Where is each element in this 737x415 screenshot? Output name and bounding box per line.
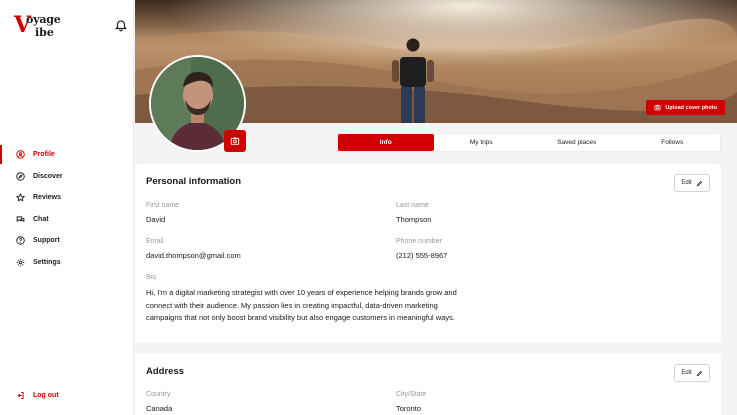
notification-bell-icon[interactable] [114, 18, 128, 32]
tab-follows[interactable]: Follows [625, 134, 721, 151]
logo-line-1: oyage [26, 13, 61, 26]
logout-button[interactable]: Log out [0, 386, 134, 404]
last-name-label: Last name [396, 202, 429, 209]
phone-value: (212) 555-8967 [396, 251, 448, 260]
sidebar-item-reviews[interactable]: Reviews [0, 187, 134, 209]
bio-label: Bio [146, 274, 157, 281]
personal-information-title: Personal information [146, 176, 242, 187]
first-name-value: David [146, 215, 166, 224]
last-name-value: Thompson [396, 215, 432, 224]
upload-cover-label: Upload cover photo [665, 104, 717, 111]
logo-line-2: ibe [35, 26, 54, 39]
tab-info[interactable]: Info [338, 134, 434, 151]
first-name-label: First name [146, 202, 180, 209]
profile-tabs: Info My trips Saved places Follows [337, 133, 721, 152]
camera-icon [654, 104, 661, 111]
bio-value: Hi, I'm a digital marketing strategist w… [146, 288, 457, 322]
pencil-icon [696, 370, 702, 376]
sidebar: V oyage ibe Profile Discover Reviews Cha… [0, 0, 134, 415]
sidebar-item-label: Settings [33, 258, 61, 266]
address-card: Address Edit Country Canada City/State T… [135, 353, 721, 415]
address-title: Address [146, 366, 185, 377]
sidebar-item-label: Reviews [33, 194, 62, 202]
sidebar-item-label: Chat [33, 215, 49, 223]
help-icon [16, 236, 25, 245]
email-label: Email [146, 238, 164, 245]
sidebar-item-discover[interactable]: Discover [0, 166, 134, 188]
upload-cover-photo-button[interactable]: Upload cover photo [646, 100, 725, 115]
sidebar-item-label: Support [33, 237, 60, 245]
edit-personal-button[interactable]: Edit [674, 174, 710, 192]
change-avatar-button[interactable] [224, 130, 246, 152]
email-value: david.thompson@gmail.com [146, 251, 241, 260]
gear-icon [16, 258, 25, 266]
edit-label: Edit [681, 180, 692, 186]
country-value: Canada [146, 404, 173, 413]
city-value: Toronto [396, 404, 422, 413]
voyage-vibe-logo[interactable]: V oyage ibe [14, 11, 74, 43]
personal-information-card: Personal information Edit First name Dav… [135, 164, 721, 343]
edit-address-button[interactable]: Edit [674, 364, 710, 382]
user-circle-icon [16, 150, 25, 159]
sidebar-item-settings[interactable]: Settings [0, 252, 134, 274]
sidebar-item-support[interactable]: Support [0, 230, 134, 252]
tab-saved-places[interactable]: Saved places [529, 134, 625, 151]
pencil-icon [696, 180, 702, 186]
sidebar-item-profile[interactable]: Profile [0, 144, 134, 166]
city-label: City/State [396, 391, 427, 398]
sidebar-nav: Profile Discover Reviews Chat Support Se… [0, 144, 134, 273]
sidebar-item-chat[interactable]: Chat [0, 209, 134, 231]
camera-icon [230, 137, 240, 145]
phone-label: Phone number [396, 238, 442, 245]
edit-label: Edit [681, 370, 692, 376]
logout-label: Log out [33, 391, 59, 399]
tab-my-trips[interactable]: My trips [434, 134, 530, 151]
sidebar-item-label: Profile [33, 151, 55, 159]
country-label: Country [146, 391, 171, 398]
logout-icon [17, 391, 24, 399]
star-icon [16, 193, 25, 202]
chat-icon [16, 216, 25, 223]
sidebar-item-label: Discover [33, 172, 63, 180]
compass-icon [16, 172, 25, 181]
